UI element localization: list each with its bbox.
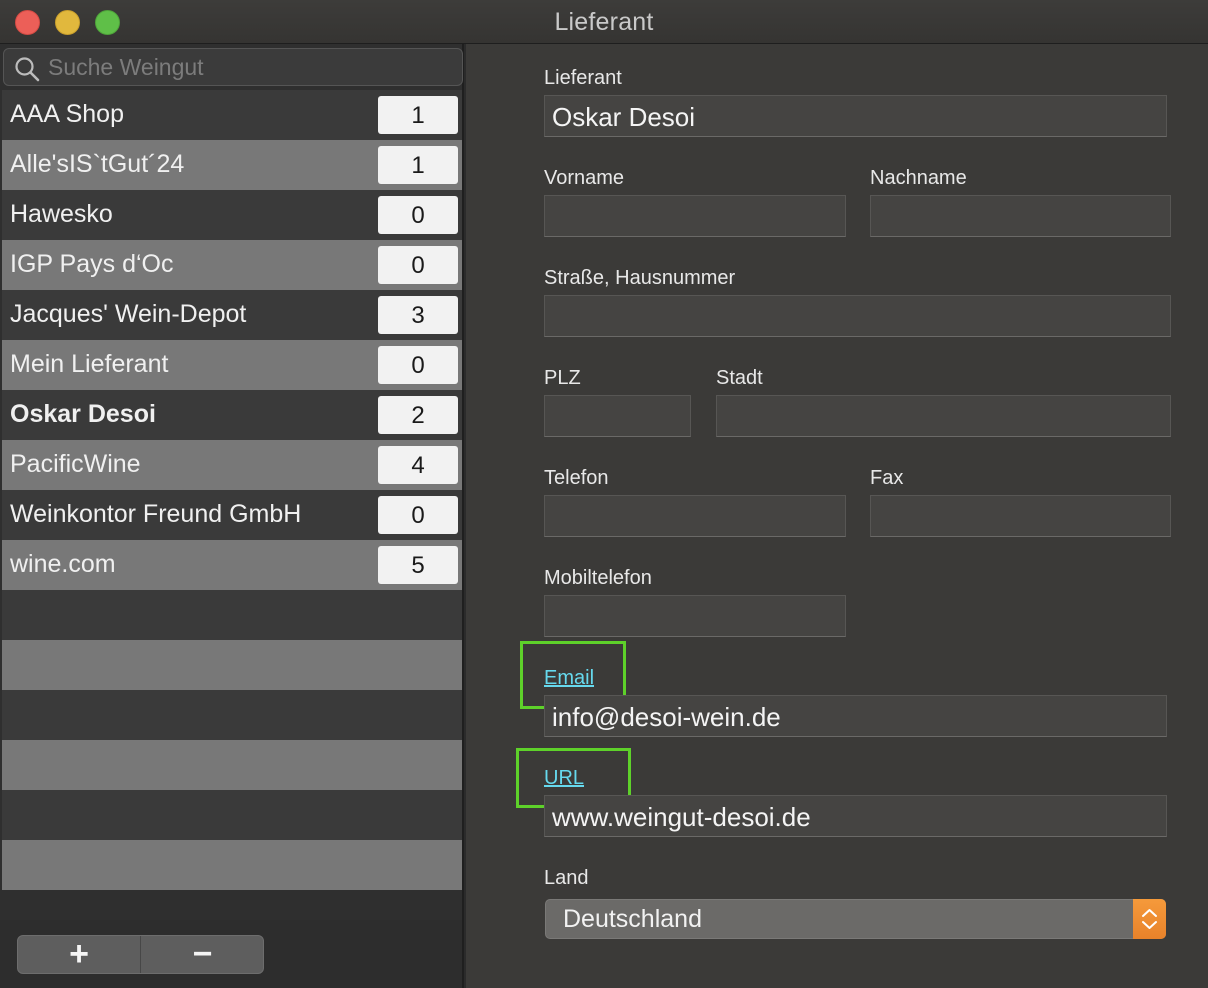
empty-row (2, 740, 462, 790)
email-field[interactable] (544, 695, 1167, 737)
vorname-field[interactable] (544, 195, 846, 237)
list-item[interactable]: Weinkontor Freund GmbH 0 (2, 490, 462, 540)
supplier-name: Weinkontor Freund GmbH (10, 500, 302, 528)
supplier-count-badge: 2 (378, 396, 458, 434)
supplier-name: Jacques' Wein-Depot (10, 300, 247, 328)
title-bar: Lieferant (0, 0, 1208, 44)
supplier-name: wine.com (10, 550, 116, 578)
supplier-count-badge: 0 (378, 246, 458, 284)
search-field[interactable] (3, 48, 463, 86)
supplier-count-badge: 4 (378, 446, 458, 484)
vorname-label: Vorname (544, 167, 625, 189)
empty-row (2, 690, 462, 740)
add-remove-control: + − (17, 935, 264, 974)
plz-label: PLZ (544, 367, 581, 389)
search-icon (15, 57, 40, 82)
supplier-name: IGP Pays d‘Oc (10, 250, 174, 278)
remove-supplier-button[interactable]: − (141, 936, 263, 973)
email-link[interactable]: Email (544, 667, 594, 690)
mobiltelefon-field[interactable] (544, 595, 846, 637)
supplier-name: Oskar Desoi (10, 400, 156, 428)
supplier-name: Hawesko (10, 200, 113, 228)
supplier-list: AAA Shop 1 Alle'sIS`tGut´24 1 Hawesko 0 IGP… (2, 90, 462, 890)
lieferant-label: Lieferant (544, 67, 622, 89)
stadt-field[interactable] (716, 395, 1171, 437)
list-item[interactable]: wine.com 5 (2, 540, 462, 590)
land-popup-button[interactable]: Deutschland (545, 899, 1166, 939)
land-label: Land (544, 867, 589, 889)
fax-label: Fax (870, 467, 904, 489)
list-item[interactable]: Jacques' Wein-Depot 3 (2, 290, 462, 340)
fax-field[interactable] (870, 495, 1171, 537)
supplier-name: Alle'sIS`tGut´24 (10, 150, 185, 178)
list-item[interactable]: Hawesko 0 (2, 190, 462, 240)
mobiltelefon-label: Mobiltelefon (544, 567, 652, 589)
window-title: Lieferant (554, 8, 654, 36)
url-field[interactable] (544, 795, 1167, 837)
list-item[interactable]: IGP Pays d‘Oc 0 (2, 240, 462, 290)
empty-row (2, 640, 462, 690)
strasse-label: Straße, Hausnummer (544, 267, 736, 289)
url-link[interactable]: URL (544, 767, 584, 790)
supplier-count-badge: 0 (378, 196, 458, 234)
lieferant-field[interactable] (544, 95, 1167, 137)
supplier-name: Mein Lieferant (10, 350, 169, 378)
search-input[interactable] (48, 49, 448, 85)
nachname-label: Nachname (870, 167, 967, 189)
supplier-count-badge: 0 (378, 346, 458, 384)
supplier-count-badge: 0 (378, 496, 458, 534)
supplier-name: AAA Shop (10, 100, 124, 128)
telefon-label: Telefon (544, 467, 609, 489)
empty-row (2, 840, 462, 890)
chevron-up-down-icon (1133, 899, 1166, 939)
list-toolbar: + − (0, 920, 462, 988)
supplier-count-badge: 3 (378, 296, 458, 334)
stadt-label: Stadt (716, 367, 763, 389)
strasse-field[interactable] (544, 295, 1171, 337)
list-item[interactable]: PacificWine 4 (2, 440, 462, 490)
nachname-field[interactable] (870, 195, 1171, 237)
supplier-name: PacificWine (10, 450, 141, 478)
supplier-count-badge: 1 (378, 146, 458, 184)
list-item[interactable]: Mein Lieferant 0 (2, 340, 462, 390)
telefon-field[interactable] (544, 495, 846, 537)
list-item[interactable]: Alle'sIS`tGut´24 1 (2, 140, 462, 190)
list-item[interactable]: AAA Shop 1 (2, 90, 462, 140)
supplier-count-badge: 1 (378, 96, 458, 134)
list-item[interactable]: Oskar Desoi 2 (2, 390, 462, 440)
supplier-count-badge: 5 (378, 546, 458, 584)
detail-form: Lieferant Vorname Nachname Straße, Hausn… (466, 44, 1208, 988)
empty-row (2, 590, 462, 640)
empty-row (2, 790, 462, 840)
land-selected-value: Deutschland (563, 905, 702, 933)
add-supplier-button[interactable]: + (18, 936, 141, 973)
sidebar: AAA Shop 1 Alle'sIS`tGut´24 1 Hawesko 0 IGP… (0, 44, 464, 988)
plz-field[interactable] (544, 395, 691, 437)
